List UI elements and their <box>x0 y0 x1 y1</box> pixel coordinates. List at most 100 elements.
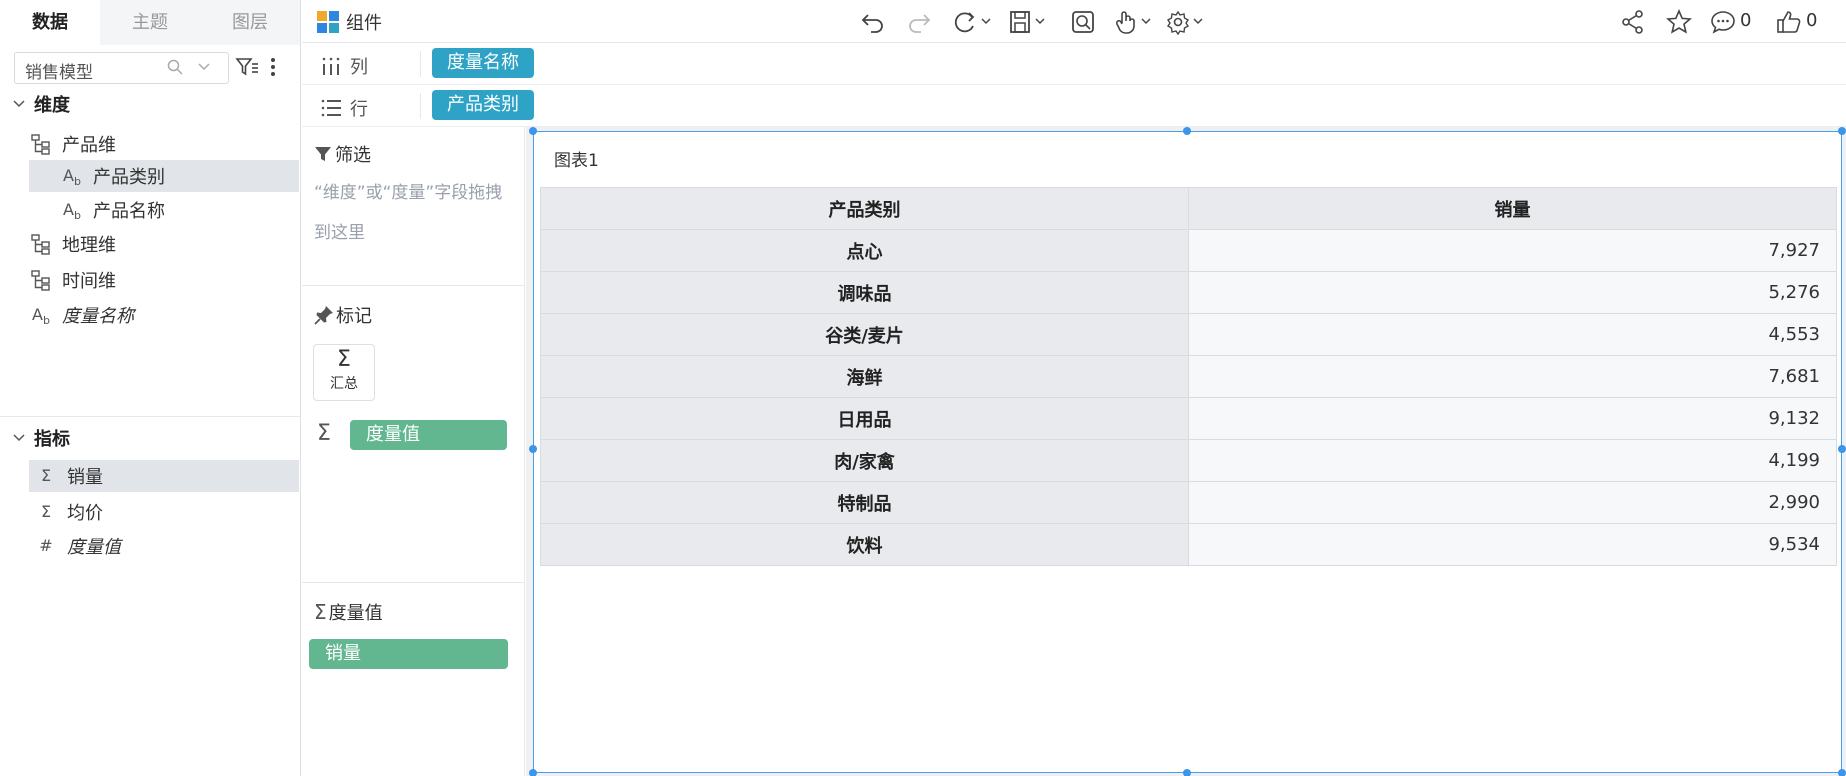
filter-title: 筛选 <box>335 145 371 166</box>
rows-label: 行 <box>350 99 368 120</box>
model-select[interactable]: 销售模型 <box>14 52 229 84</box>
measure-values-mark-pill[interactable]: 度量值 <box>350 420 507 450</box>
table-row: 饮料 9,534 <box>540 523 1837 566</box>
measures-title: 指标 <box>34 429 70 450</box>
tree-item-avg-price[interactable]: Σ 均价 <box>35 496 299 528</box>
measures-section-header[interactable]: 指标 <box>0 423 70 453</box>
shelf-separator <box>420 51 421 77</box>
columns-label: 列 <box>350 57 368 78</box>
resize-handle[interactable] <box>529 769 537 776</box>
row-value-cell: 5,276 <box>1188 271 1837 314</box>
column-header-sales[interactable]: 销量 <box>1188 187 1837 230</box>
toolbar-title: 组件 <box>346 13 382 34</box>
row-category-cell: 饮料 <box>540 523 1189 566</box>
refresh-dropdown[interactable] <box>952 9 992 35</box>
sigma-icon: Σ <box>337 347 351 372</box>
tree-item-geo-dim[interactable]: 地理维 <box>30 228 300 260</box>
resize-handle[interactable] <box>1838 127 1846 135</box>
sigma-icon: Σ <box>317 421 331 446</box>
hash-icon: # <box>39 536 53 555</box>
resize-handle[interactable] <box>1183 769 1191 776</box>
chevron-down-icon <box>13 100 25 108</box>
section-divider <box>302 582 524 583</box>
tree-item-product-dim[interactable]: 产品维 <box>30 128 300 160</box>
model-select-value: 销售模型 <box>25 63 93 83</box>
resize-handle[interactable] <box>529 445 537 453</box>
comment-icon[interactable] <box>1710 9 1736 35</box>
row-category-cell: 肉/家禽 <box>540 439 1189 482</box>
measure-pill-sales[interactable]: 销量 <box>309 639 508 669</box>
row-value-cell: 9,534 <box>1188 523 1837 566</box>
tree-item-label: 销量 <box>67 467 103 488</box>
row-value-cell: 4,553 <box>1188 313 1837 356</box>
preview-icon[interactable] <box>1070 9 1096 35</box>
row-value-cell: 9,132 <box>1188 397 1837 440</box>
row-category-cell: 海鲜 <box>540 355 1189 398</box>
tree-item-product-name[interactable]: Ab 产品名称 <box>29 194 299 226</box>
tree-item-sales[interactable]: Σ 销量 <box>29 460 299 492</box>
hierarchy-icon <box>30 269 52 291</box>
rows-shelf-label: 行 <box>320 95 368 121</box>
tree-item-measure-names[interactable]: Ab 度量名称 <box>30 299 300 331</box>
components-button[interactable]: 组件 <box>316 9 382 35</box>
tree-item-measure-values[interactable]: # 度量值 <box>35 530 299 562</box>
marks-section-header: 标记 <box>314 302 372 328</box>
filter-drop-hint[interactable]: “维度”或“度量”字段拖拽到这里 <box>314 173 514 253</box>
columns-shelf-label: 列 <box>320 53 368 79</box>
marks-panel: 筛选 “维度”或“度量”字段拖拽到这里 标记 Σ 汇总 Σ 度量值 Σ 度量值 … <box>302 127 525 776</box>
resize-handle[interactable] <box>529 127 537 135</box>
more-vertical-icon[interactable] <box>268 55 278 79</box>
dimensions-section-header[interactable]: 维度 <box>0 89 70 119</box>
table-row: 谷类/麦片 4,553 <box>540 313 1837 356</box>
tree-item-time-dim[interactable]: 时间维 <box>30 264 300 296</box>
column-header-category[interactable]: 产品类别 <box>540 187 1189 230</box>
like-icon[interactable] <box>1776 9 1802 35</box>
sigma-icon: Σ <box>40 466 52 485</box>
favorite-star-icon[interactable] <box>1666 8 1692 35</box>
measure-values-title: 度量值 <box>328 603 383 624</box>
text-field-icon: Ab <box>63 166 81 189</box>
save-dropdown[interactable] <box>1008 9 1048 35</box>
tree-item-label: 地理维 <box>62 235 116 256</box>
chevron-down-icon[interactable] <box>197 59 211 79</box>
row-category-cell: 谷类/麦片 <box>540 313 1189 356</box>
rows-pill-product-category[interactable]: 产品类别 <box>432 90 534 120</box>
rows-shelf: 行 产品类别 <box>302 85 1846 127</box>
tree-item-label: 产品类别 <box>93 167 165 188</box>
row-value-cell: 2,990 <box>1188 481 1837 524</box>
tree-item-label: 度量名称 <box>62 306 134 327</box>
search-icon[interactable] <box>167 59 183 79</box>
table-header-row: 产品类别 销量 <box>540 187 1837 230</box>
field-filter-icon[interactable] <box>235 55 259 79</box>
columns-shelf: 列 度量名称 <box>302 43 1846 85</box>
table-row: 海鲜 7,681 <box>540 355 1837 398</box>
redo-icon[interactable] <box>906 9 932 35</box>
row-category-cell: 调味品 <box>540 271 1189 314</box>
app-window: 数据 主题 图层 销售模型 维度 产品维 Ab 产品类别 Ab 产品名称 地理维… <box>0 0 1846 776</box>
table-row: 日用品 9,132 <box>540 397 1837 440</box>
table-row: 特制品 2,990 <box>540 481 1837 524</box>
summary-mark-card[interactable]: Σ 汇总 <box>313 344 375 401</box>
columns-pill-measure-names[interactable]: 度量名称 <box>432 48 534 78</box>
resize-handle[interactable] <box>1838 445 1846 453</box>
section-divider <box>0 416 300 417</box>
chart-component[interactable]: 图表1 产品类别 销量 点心 7,927 调味品 5,276 谷类/麦片 4,553 … <box>533 131 1842 773</box>
data-panel: 数据 主题 图层 销售模型 维度 产品维 Ab 产品类别 Ab 产品名称 地理维… <box>0 0 301 776</box>
like-count: 0 <box>1806 10 1818 31</box>
interaction-dropdown[interactable] <box>1114 9 1154 35</box>
section-divider <box>302 285 524 286</box>
tree-item-product-category[interactable]: Ab 产品类别 <box>29 160 299 192</box>
row-category-cell: 特制品 <box>540 481 1189 524</box>
settings-dropdown[interactable] <box>1166 9 1206 36</box>
table-row: 点心 7,927 <box>540 229 1837 272</box>
undo-icon[interactable] <box>860 9 886 35</box>
data-table: 产品类别 销量 点心 7,927 调味品 5,276 谷类/麦片 4,553 海鲜 7,… <box>540 187 1837 566</box>
tab-theme[interactable]: 主题 <box>100 0 200 45</box>
resize-handle[interactable] <box>1838 769 1846 776</box>
components-icon <box>317 11 339 33</box>
tab-data[interactable]: 数据 <box>0 0 100 45</box>
share-icon[interactable] <box>1620 9 1646 35</box>
shelf-separator <box>420 93 421 119</box>
tab-layers[interactable]: 图层 <box>200 0 300 45</box>
resize-handle[interactable] <box>1183 127 1191 135</box>
